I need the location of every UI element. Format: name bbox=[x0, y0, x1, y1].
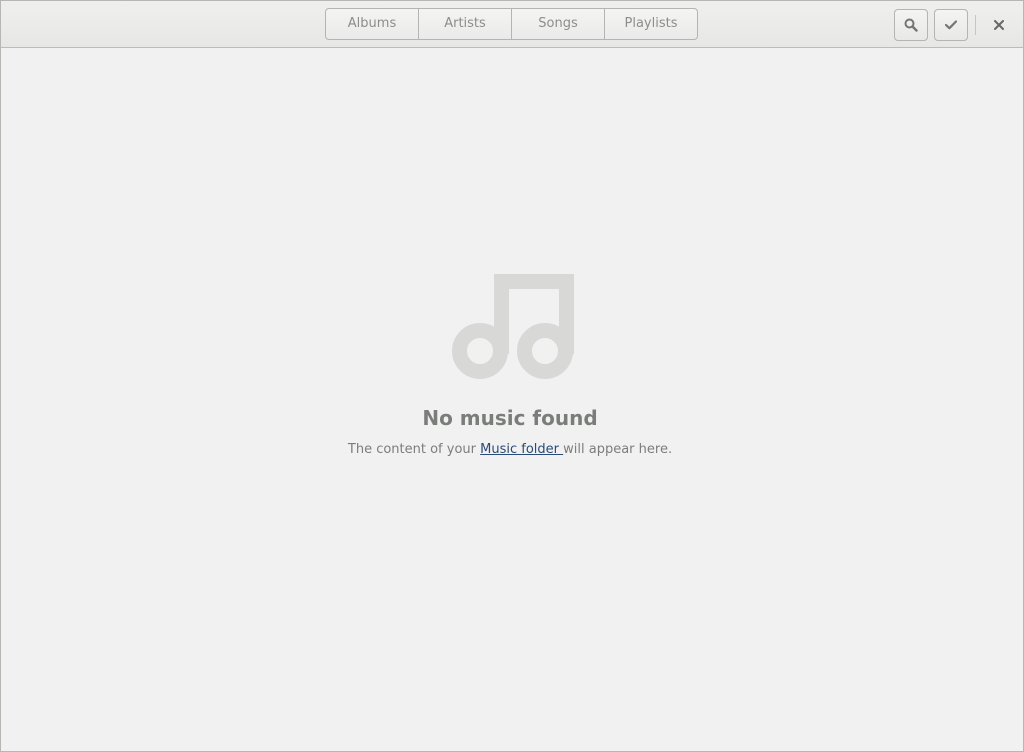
app-window: Albums Artists Songs Playlists No music … bbox=[0, 0, 1024, 752]
header-separator bbox=[975, 15, 976, 35]
search-button[interactable] bbox=[894, 9, 928, 41]
description-text-before: The content of your bbox=[347, 442, 481, 457]
view-switcher: Albums Artists Songs Playlists bbox=[325, 8, 698, 40]
tab-songs[interactable]: Songs bbox=[512, 9, 605, 39]
tab-playlists[interactable]: Playlists bbox=[605, 9, 697, 39]
music-folder-link[interactable]: Music folder bbox=[480, 442, 563, 457]
tab-artists[interactable]: Artists bbox=[419, 9, 512, 39]
music-note-icon bbox=[452, 274, 574, 379]
close-icon bbox=[994, 20, 1004, 30]
header-bar: Albums Artists Songs Playlists bbox=[1, 1, 1023, 48]
checkmark-icon bbox=[945, 20, 957, 30]
close-button[interactable] bbox=[986, 13, 1012, 37]
description-text-after: will appear here. bbox=[563, 442, 673, 457]
empty-state-description: The content of your Music folder will ap… bbox=[1, 442, 1019, 457]
tab-albums[interactable]: Albums bbox=[326, 9, 419, 39]
selection-mode-button[interactable] bbox=[934, 9, 968, 41]
search-icon bbox=[904, 18, 918, 32]
empty-state-title: No music found bbox=[422, 406, 598, 430]
empty-state: No music found The content of your Music… bbox=[1, 48, 1023, 751]
